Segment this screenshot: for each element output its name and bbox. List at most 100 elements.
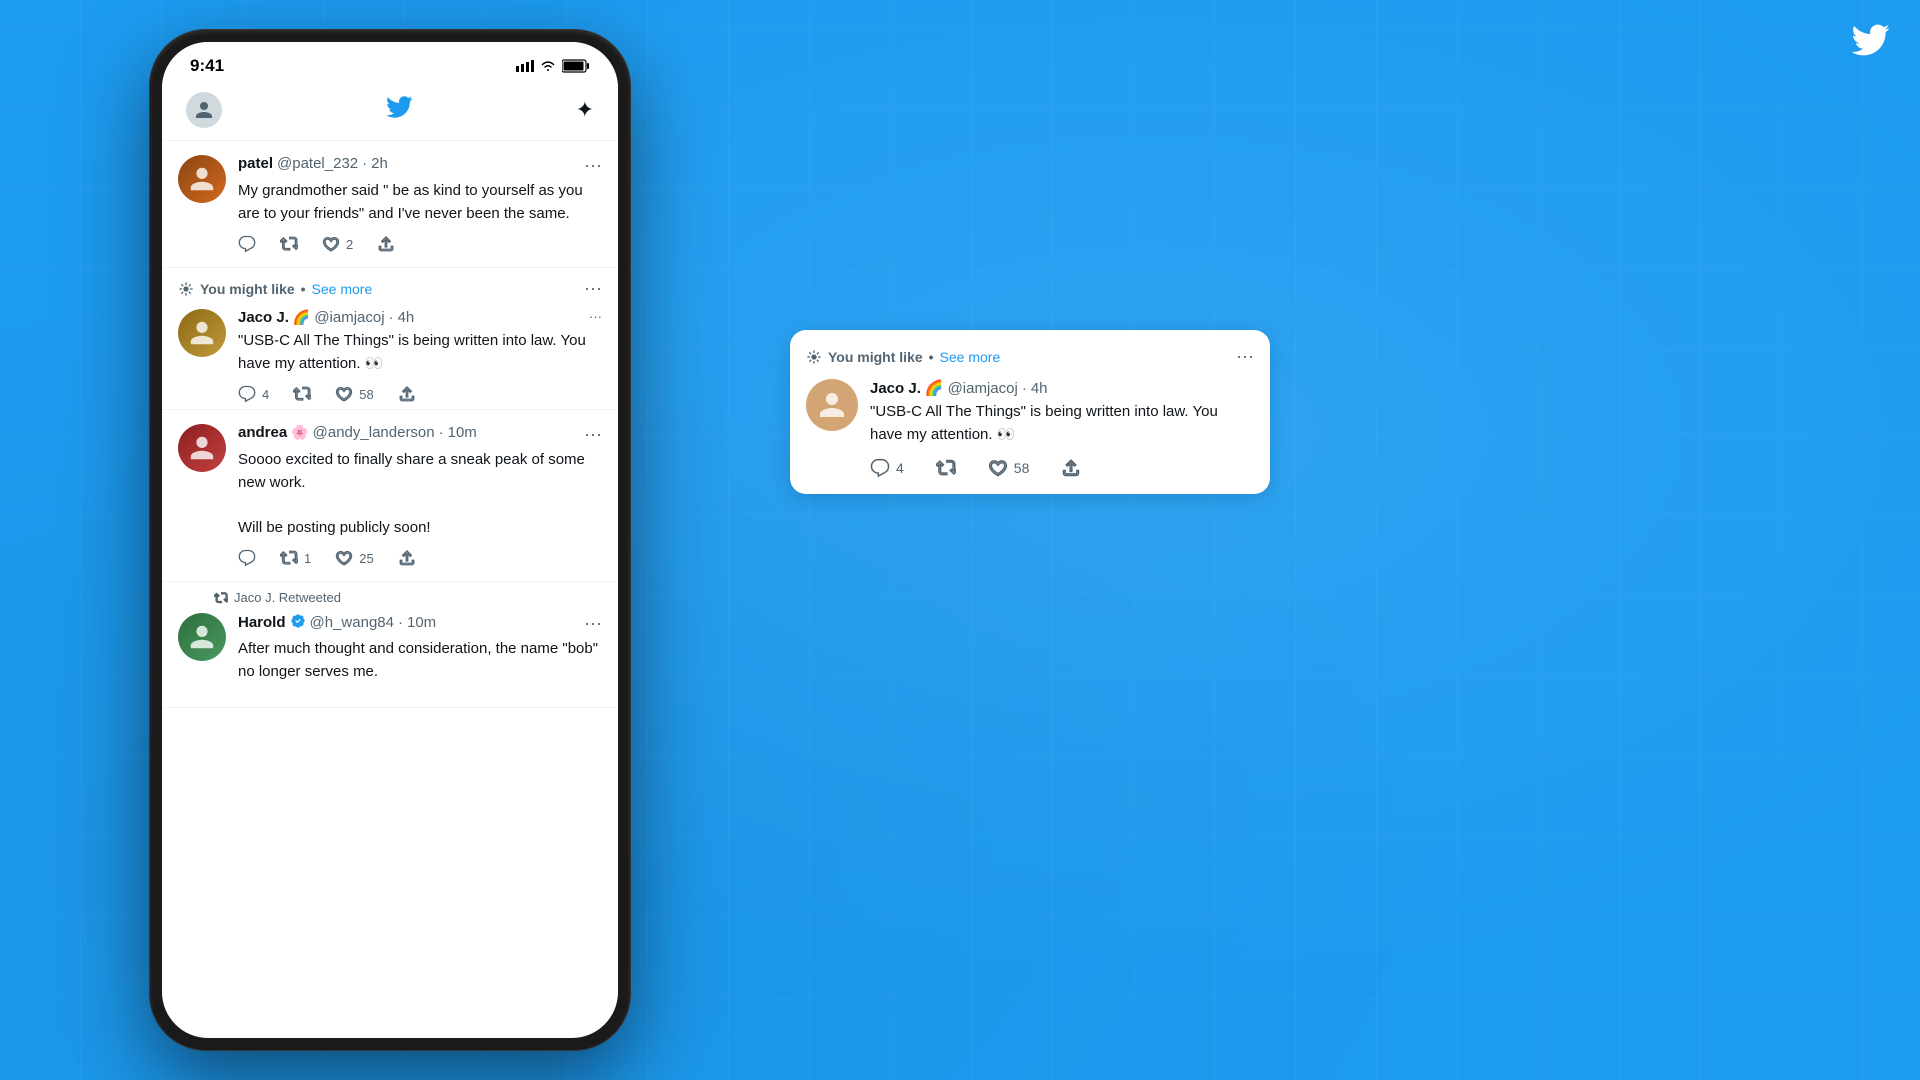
tweet-harold: Harold @h_wang84 · 10m ··· After much th… [162, 605, 618, 708]
patel-name: patel [238, 155, 273, 172]
wifi-icon [540, 60, 556, 72]
jaco-tweet-header-yml: Jaco J. 🌈 @iamjacoj · 4h ··· [238, 309, 602, 326]
standalone-jaco-emoji: 🌈 [925, 379, 944, 397]
standalone-card-label: You might like • See more [806, 349, 1000, 365]
andrea-like-count: 25 [359, 551, 373, 566]
jaco-avatar-yml[interactable] [178, 309, 226, 357]
standalone-reply-action[interactable]: 4 [870, 458, 904, 478]
standalone-reply-icon [870, 458, 890, 478]
reply-icon-jaco [238, 385, 256, 403]
standalone-share-action[interactable] [1061, 458, 1081, 478]
andrea-time: 10m [448, 424, 477, 441]
share-icon [377, 235, 395, 253]
see-more-link-phone[interactable]: See more [312, 281, 373, 297]
patel-more-button[interactable]: ··· [584, 155, 602, 176]
jaco-name-yml: Jaco J. [238, 309, 289, 326]
standalone-tweet: Jaco J. 🌈 @iamjacoj · 4h "USB-C All The … [806, 379, 1254, 478]
jaco-tweet-actions-yml: 4 58 [238, 385, 602, 403]
harold-tweet-header: Harold @h_wang84 · 10m ··· [238, 613, 602, 634]
andrea-name: andrea [238, 424, 287, 441]
harold-more-button[interactable]: ··· [584, 613, 602, 634]
retweet-label-icon [214, 591, 228, 605]
andrea-tweet-text: Soooo excited to finally share a sneak p… [238, 449, 602, 539]
andrea-tweet-content: andrea 🌸 @andy_landerson · 10m ··· Soooo… [238, 424, 602, 567]
andrea-like-action[interactable]: 25 [335, 549, 373, 567]
sparkle-icon[interactable]: ✦ [576, 97, 594, 123]
patel-like-action[interactable]: 2 [322, 235, 353, 253]
patel-reply-action[interactable] [238, 235, 256, 253]
jaco-retweet-action-yml[interactable] [293, 385, 311, 403]
standalone-card: You might like • See more ··· Jaco J. 🌈 … [790, 330, 1270, 494]
harold-tweet-content: Harold @h_wang84 · 10m ··· After much th… [238, 613, 602, 693]
you-might-like-more[interactable]: ··· [584, 278, 602, 299]
standalone-jaco-name: Jaco J. [870, 380, 921, 397]
harold-handle: @h_wang84 [310, 614, 394, 631]
standalone-retweet-action[interactable] [936, 458, 956, 478]
jaco-tweet-text-yml: "USB-C All The Things" is being written … [238, 330, 602, 375]
patel-handle: @patel_232 [277, 155, 358, 172]
patel-tweet-header: patel @patel_232 · 2h ··· [238, 155, 602, 176]
andrea-more-button[interactable]: ··· [584, 424, 602, 445]
tweet-patel: patel @patel_232 · 2h ··· My grandmother… [162, 141, 618, 268]
harold-retweet-label: Jaco J. Retweeted [198, 582, 618, 605]
phone-nav-bar: ✦ [162, 84, 618, 141]
jaco-reply-count-yml: 4 [262, 387, 269, 402]
reply-icon-andrea [238, 549, 256, 567]
patel-tweet-content: patel @patel_232 · 2h ··· My grandmother… [238, 155, 602, 253]
retweet-icon [280, 235, 298, 253]
share-icon-jaco [398, 385, 416, 403]
harold-tweet-text: After much thought and consideration, th… [238, 638, 602, 683]
jaco-more-yml[interactable]: ··· [589, 309, 602, 324]
retweet-icon-jaco [293, 385, 311, 403]
standalone-see-more[interactable]: See more [940, 349, 1001, 365]
andrea-emoji: 🌸 [291, 424, 308, 441]
phone-outer: 9:41 [150, 30, 630, 1050]
harold-user-info: Harold @h_wang84 · 10m [238, 613, 436, 632]
like-icon-andrea [335, 549, 353, 567]
standalone-share-icon [1061, 458, 1081, 478]
you-might-like-section: You might like • See more ··· [162, 268, 618, 410]
standalone-jaco-user-info: Jaco J. 🌈 @iamjacoj · 4h [870, 379, 1254, 397]
andrea-reply-action[interactable] [238, 549, 256, 567]
standalone-jaco-handle: @iamjacoj [948, 380, 1018, 397]
jaco-like-action-yml[interactable]: 58 [335, 385, 373, 403]
standalone-you-might-like: You might like [828, 349, 923, 365]
andrea-retweet-action[interactable]: 1 [280, 549, 311, 567]
user-avatar-nav[interactable] [186, 92, 222, 128]
harold-avatar[interactable] [178, 613, 226, 661]
battery-icon [562, 59, 590, 73]
signal-icon [516, 60, 534, 72]
jaco-time-yml: 4h [398, 309, 415, 326]
standalone-jaco-actions: 4 58 [870, 458, 1254, 478]
share-icon-andrea [398, 549, 416, 567]
you-might-like-text: You might like [200, 281, 295, 297]
twitter-logo-corner [1850, 20, 1890, 68]
andrea-tweet-actions: 1 25 [238, 549, 602, 567]
patel-avatar[interactable] [178, 155, 226, 203]
tweet-andrea: andrea 🌸 @andy_landerson · 10m ··· Soooo… [162, 410, 618, 582]
you-might-like-header: You might like • See more ··· [178, 278, 602, 299]
andrea-retweet-count: 1 [304, 551, 311, 566]
andrea-share-action[interactable] [398, 549, 416, 567]
standalone-reply-count: 4 [896, 460, 904, 476]
harold-name: Harold [238, 614, 286, 631]
retweet-icon-andrea [280, 549, 298, 567]
andrea-user-info: andrea 🌸 @andy_landerson · 10m [238, 424, 477, 441]
jaco-emoji-yml: 🌈 [293, 309, 310, 326]
jaco-reply-action-yml[interactable]: 4 [238, 385, 269, 403]
twitter-logo-nav [385, 93, 413, 128]
standalone-like-action[interactable]: 58 [988, 458, 1030, 478]
harold-time: 10m [407, 614, 436, 631]
phone-wrapper: 9:41 [150, 30, 630, 1050]
jaco-like-count-yml: 58 [359, 387, 373, 402]
jaco-tweet-yml: Jaco J. 🌈 @iamjacoj · 4h ··· "USB-C All … [178, 309, 602, 403]
like-icon [322, 235, 340, 253]
standalone-jaco-avatar[interactable] [806, 379, 858, 431]
standalone-more-button[interactable]: ··· [1236, 346, 1254, 367]
patel-retweet-action[interactable] [280, 235, 298, 253]
patel-share-action[interactable] [377, 235, 395, 253]
harold-verified-badge [290, 613, 306, 632]
andrea-avatar[interactable] [178, 424, 226, 472]
jaco-share-action-yml[interactable] [398, 385, 416, 403]
standalone-jaco-text: "USB-C All The Things" is being written … [870, 401, 1254, 446]
